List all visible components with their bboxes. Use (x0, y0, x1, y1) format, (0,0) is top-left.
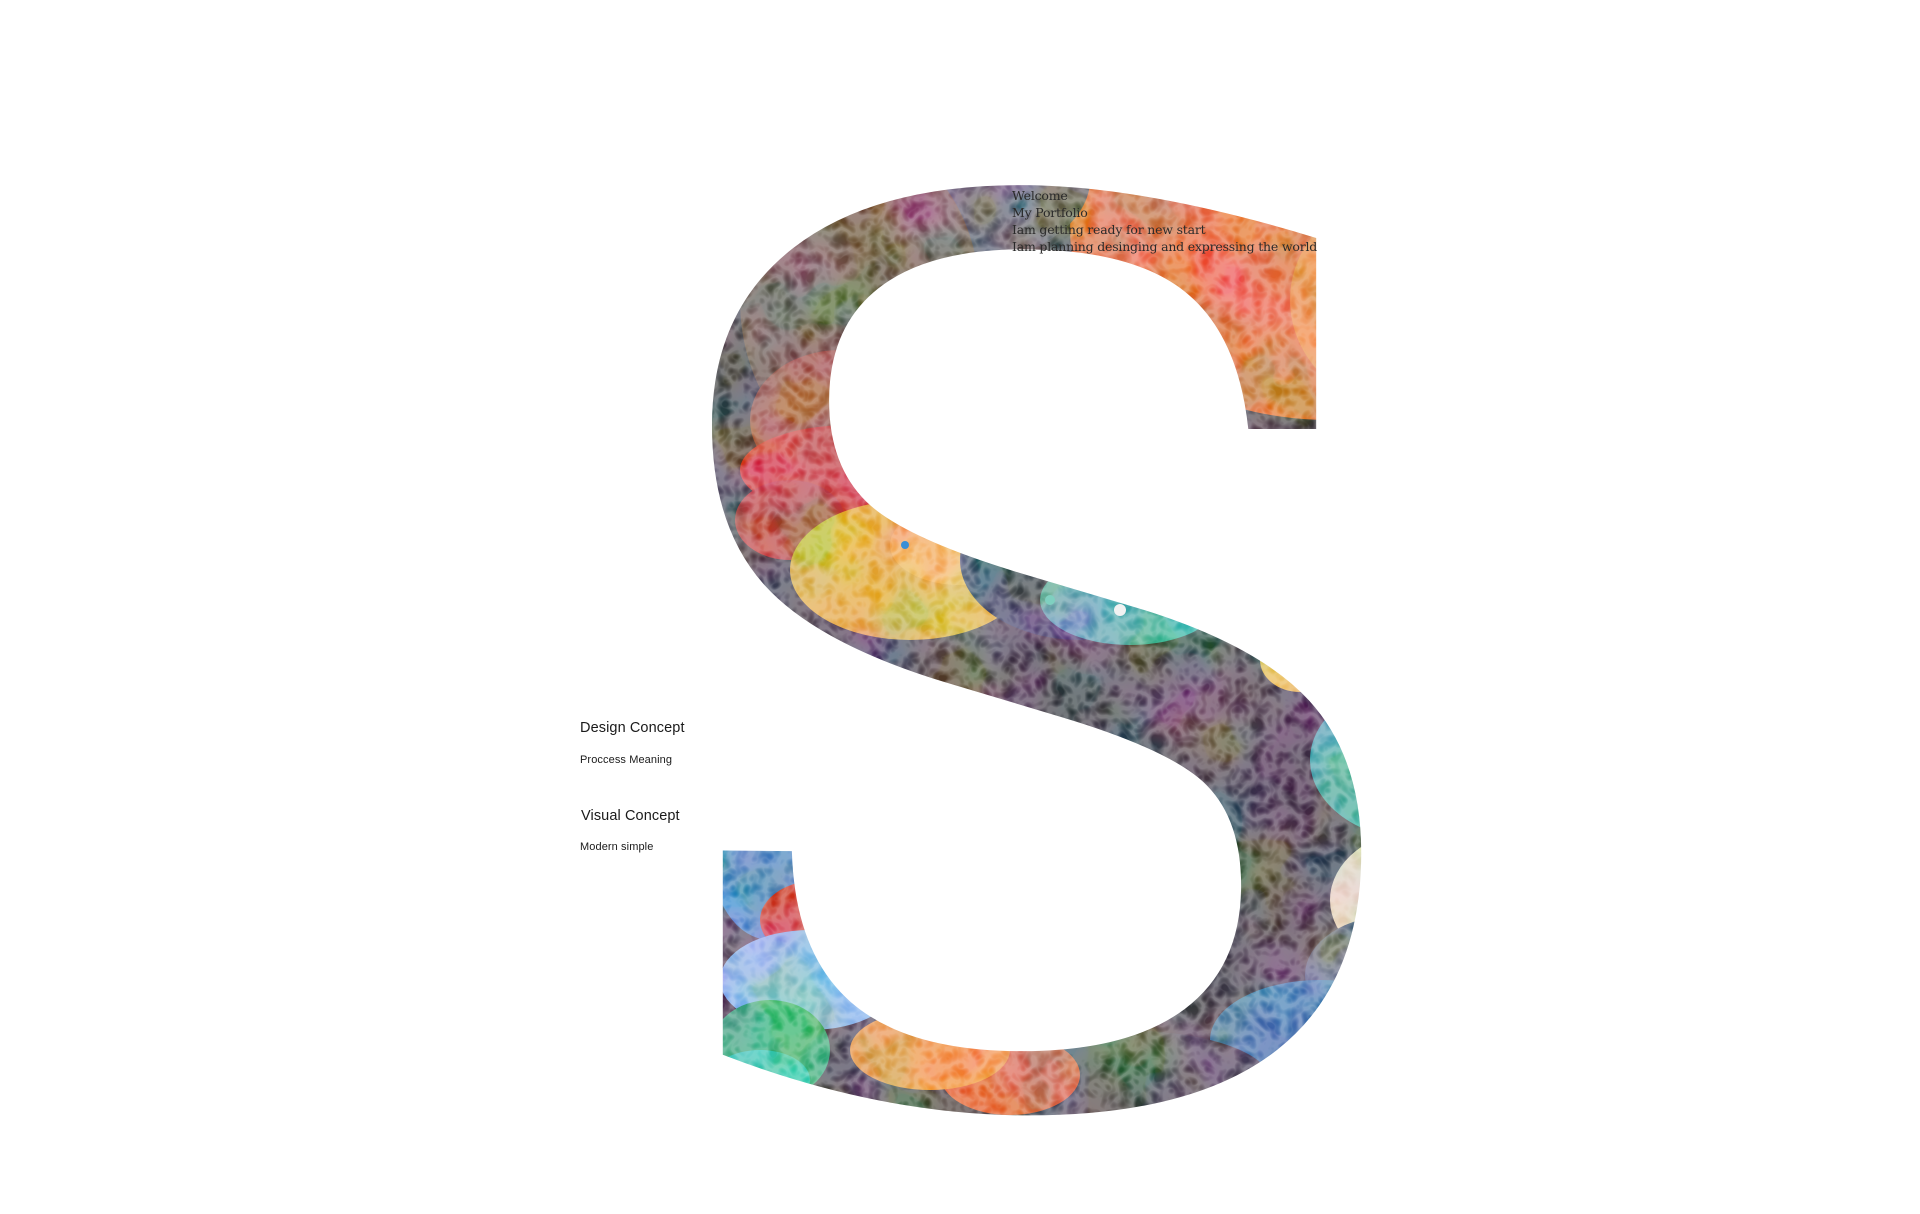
visual-concept-subtitle: Modern simple (580, 841, 654, 853)
paint-filled-letter-s: S (608, 40, 1452, 1130)
design-concept-title: Design Concept (580, 720, 685, 736)
portfolio-line: My Portfolio (1012, 205, 1088, 220)
portfolio-canvas: S (0, 0, 1920, 1214)
planning-line: Iam planning desinging and expressing th… (1012, 239, 1318, 254)
new-start-line: Iam getting ready for new start (1012, 222, 1206, 237)
design-concept-subtitle: Proccess Meaning (580, 754, 673, 766)
welcome-text-block: Welcome My Portfolio Iam getting ready f… (1012, 187, 1317, 255)
welcome-line: Welcome (1012, 188, 1068, 203)
visual-concept-title: Visual Concept (581, 808, 680, 824)
